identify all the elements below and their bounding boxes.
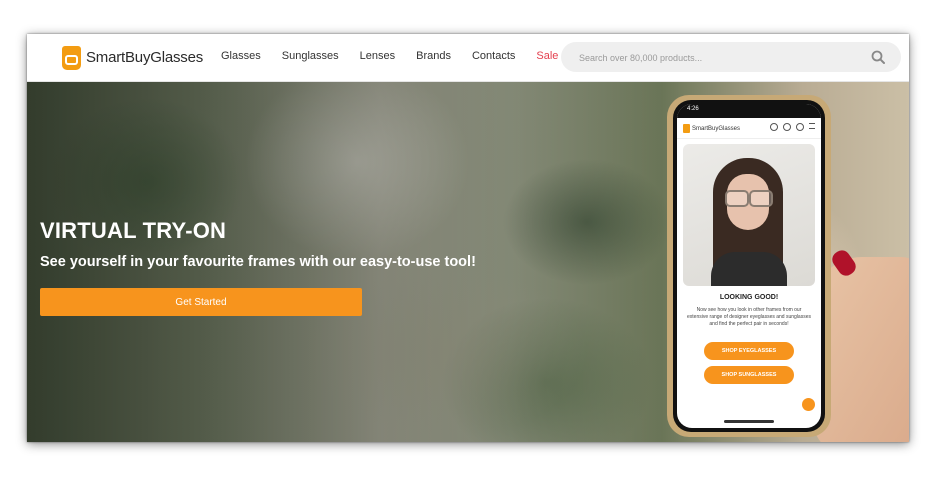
get-started-button[interactable]: Get Started (40, 288, 362, 316)
mobile-heart-icon (783, 123, 791, 131)
phone-bezel: 4:26 SmartBuyGlasses LOOKING GOOD! Now s… (673, 100, 825, 432)
logo-icon (62, 45, 81, 70)
mobile-header: SmartBuyGlasses (677, 118, 821, 139)
try-on-photo (683, 144, 815, 286)
mobile-title: LOOKING GOOD! (719, 294, 779, 301)
page-frame: SmartBuyGlasses Glasses Sunglasses Lense… (27, 34, 909, 442)
shop-eyeglasses-button: SHOP EYEGLASSES (704, 342, 794, 360)
photo-shirt (711, 252, 787, 286)
hero-banner: VIRTUAL TRY-ON See yourself in your favo… (27, 82, 909, 442)
mobile-search-icon (770, 123, 778, 131)
nav-lenses[interactable]: Lenses (360, 50, 395, 62)
mobile-header-icons (770, 123, 815, 131)
search-icon[interactable] (871, 50, 885, 64)
nav-glasses[interactable]: Glasses (221, 50, 261, 62)
main-nav: Glasses Sunglasses Lenses Brands Contact… (221, 50, 579, 62)
phone-mockup: 4:26 SmartBuyGlasses LOOKING GOOD! Now s… (667, 95, 831, 437)
site-logo[interactable]: SmartBuyGlasses (62, 45, 203, 70)
phone-status-bar: 4:26 (677, 104, 821, 118)
mobile-chat-icon (802, 398, 815, 411)
search-bar (561, 42, 901, 72)
phone-screen: 4:26 SmartBuyGlasses LOOKING GOOD! Now s… (677, 104, 821, 428)
nav-sale[interactable]: Sale (536, 50, 558, 62)
mobile-description: Now see how you look in other frames fro… (687, 307, 811, 327)
shop-sunglasses-button: SHOP SUNGLASSES (704, 366, 794, 384)
site-header: SmartBuyGlasses Glasses Sunglasses Lense… (27, 34, 909, 82)
nav-contacts[interactable]: Contacts (472, 50, 515, 62)
phone-time: 4:26 (687, 106, 699, 112)
mobile-menu-icon (809, 123, 815, 129)
nav-sunglasses[interactable]: Sunglasses (282, 50, 339, 62)
phone-home-bar (724, 420, 774, 423)
hero-title: VIRTUAL TRY-ON (40, 218, 227, 243)
nav-brands[interactable]: Brands (416, 50, 451, 62)
search-input[interactable] (577, 49, 851, 67)
mobile-logo: SmartBuyGlasses (683, 124, 740, 133)
mobile-logo-icon (683, 124, 690, 133)
mobile-logo-text: SmartBuyGlasses (692, 125, 741, 132)
photo-glasses (725, 190, 773, 207)
mobile-cart-icon (796, 123, 804, 131)
hero-subtitle: See yourself in your favourite frames wi… (40, 254, 476, 270)
logo-text: SmartBuyGlasses (86, 49, 204, 66)
